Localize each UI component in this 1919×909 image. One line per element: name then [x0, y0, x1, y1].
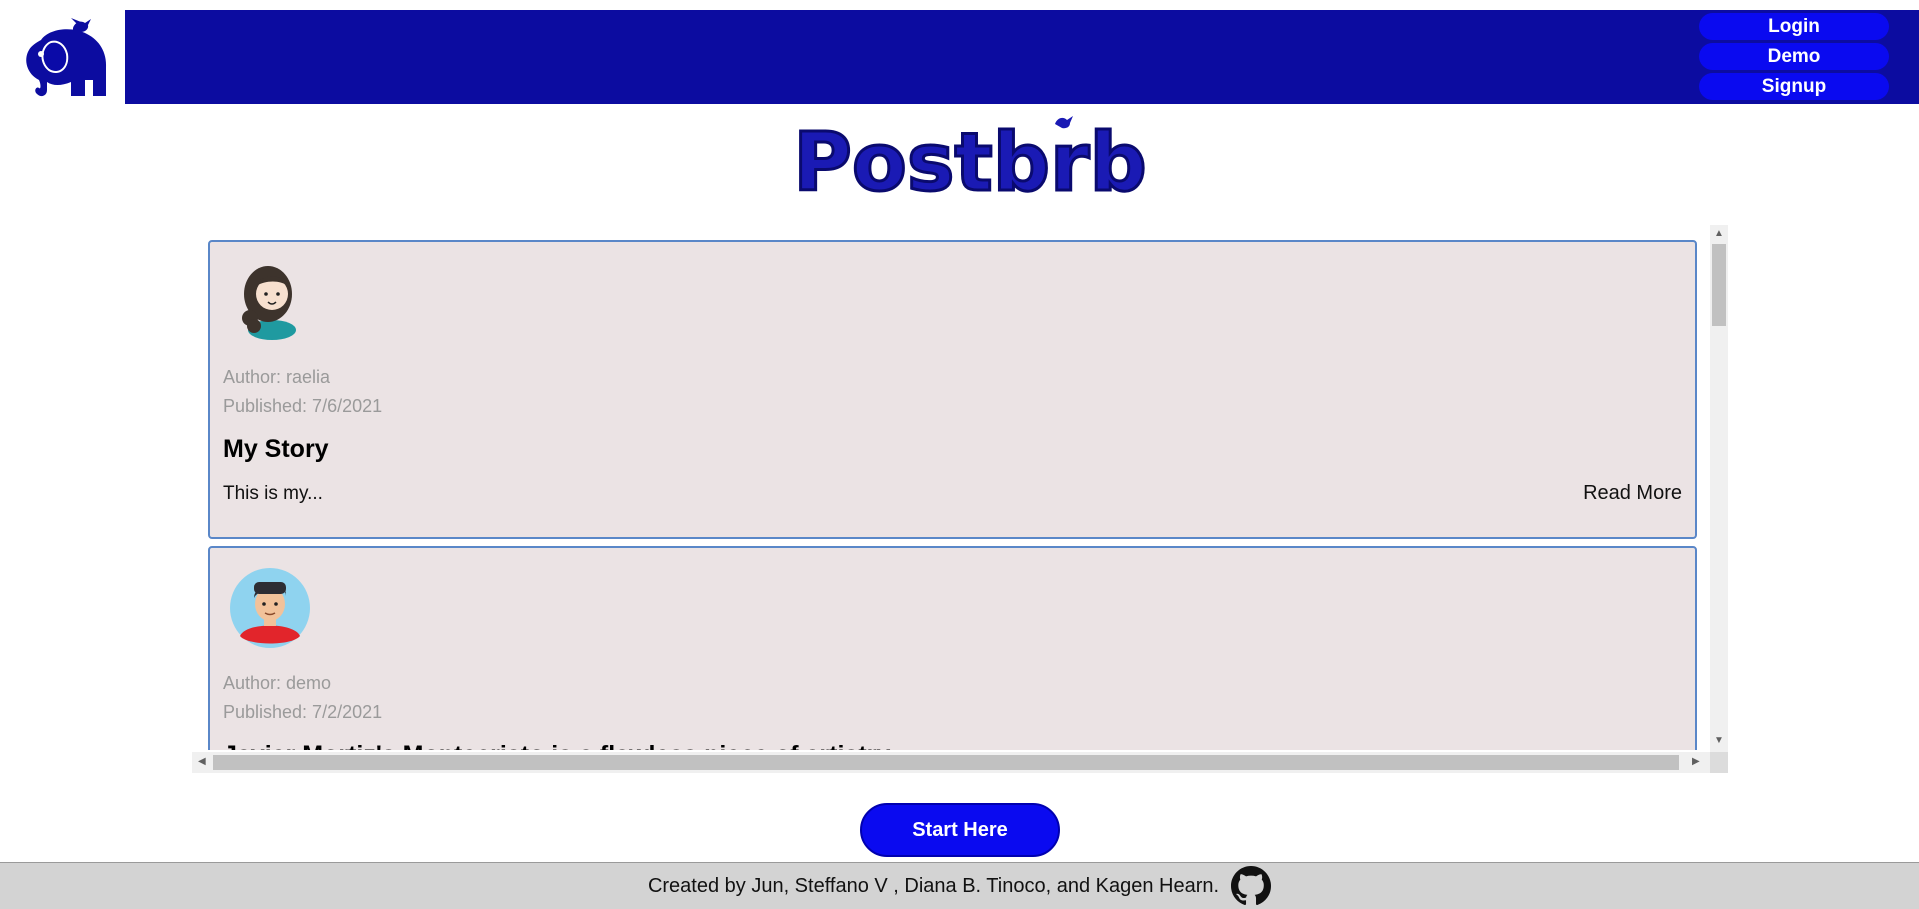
man-avatar-icon — [230, 568, 310, 648]
scroll-left-icon[interactable]: ◀ — [198, 757, 206, 767]
scroll-right-icon[interactable]: ▶ — [1692, 757, 1700, 767]
demo-button[interactable]: Demo — [1699, 43, 1889, 70]
post-title: My Story — [223, 435, 329, 463]
github-icon[interactable] — [1231, 866, 1272, 906]
post-card: Author: demo Published: 7/2/2021 Javier … — [208, 546, 1697, 750]
read-more-link[interactable]: Read More — [1583, 482, 1682, 505]
elephant-with-bird-icon — [25, 18, 106, 97]
nav-band: Login Demo Signup — [125, 10, 1919, 104]
horizontal-scroll-thumb[interactable] — [213, 755, 1679, 770]
scroll-down-icon[interactable]: ▼ — [1714, 736, 1724, 746]
horizontal-scrollbar[interactable]: ◀ ▶ — [192, 752, 1710, 773]
post-feed-container: Author: raelia Published: 7/6/2021 My St… — [192, 225, 1728, 773]
signup-button[interactable]: Signup — [1699, 73, 1889, 100]
footer-credits: Created by Jun, Steffano V , Diana B. Ti… — [647, 874, 1220, 897]
auth-nav: Login Demo Signup — [1699, 13, 1889, 100]
footer: Created by Jun, Steffano V , Diana B. Ti… — [0, 862, 1919, 909]
post-title: Javier Mortiz's Montecristo is a flawles… — [223, 741, 890, 750]
top-bar: Login Demo Signup — [0, 10, 1919, 104]
post-published-date: Published: 7/2/2021 — [223, 702, 383, 722]
post-author: Author: demo — [223, 673, 332, 693]
login-button[interactable]: Login — [1699, 13, 1889, 40]
brand-title: Postbrb — [793, 116, 1146, 202]
vertical-scrollbar[interactable]: ▲ ▼ — [1710, 225, 1728, 752]
post-published-date: Published: 7/6/2021 — [223, 396, 383, 416]
scroll-up-icon[interactable]: ▲ — [1714, 229, 1724, 239]
post-excerpt: This is my... — [223, 483, 323, 504]
site-logo[interactable] — [0, 10, 125, 104]
brand-logo: Postbrb — [792, 115, 1148, 211]
start-here-button[interactable]: Start Here — [860, 803, 1060, 857]
brand-wordmark: Postbrb — [785, 112, 1155, 211]
post-author: Author: raelia — [223, 367, 331, 387]
woman-avatar-icon — [242, 266, 296, 340]
scrollbar-corner — [1710, 752, 1728, 773]
post-feed[interactable]: Author: raelia Published: 7/6/2021 My St… — [208, 240, 1702, 750]
vertical-scroll-thumb[interactable] — [1712, 244, 1726, 326]
post-card: Author: raelia Published: 7/6/2021 My St… — [208, 240, 1697, 539]
